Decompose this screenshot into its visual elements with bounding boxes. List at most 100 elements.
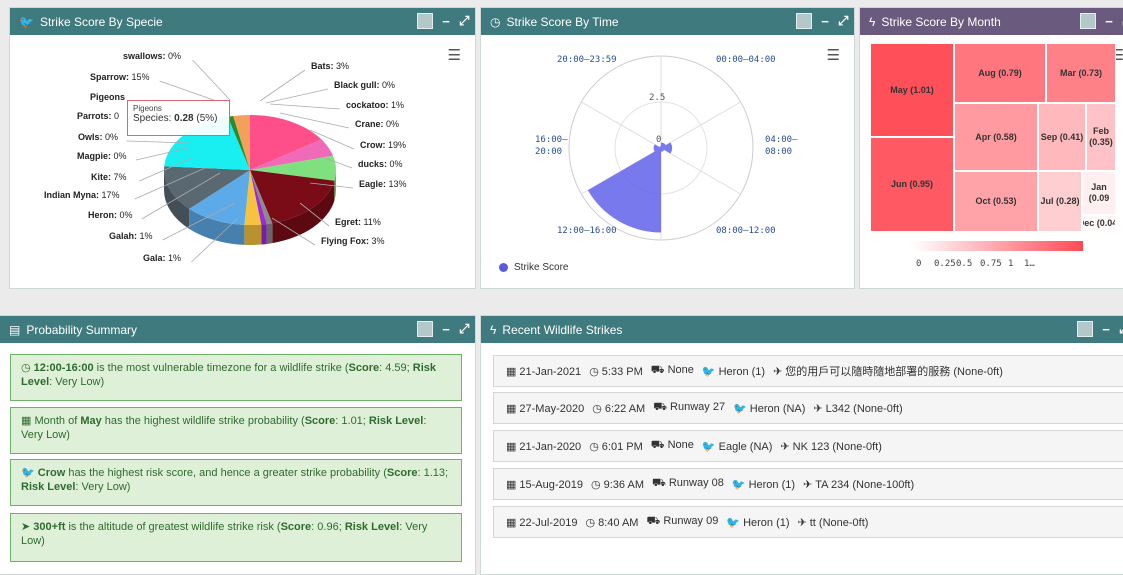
pie-label-name: swallows [123,51,163,61]
strike-row[interactable]: ▦ 21-Jan-2021 ◷ 5:33 PM ⛟ None 🐦 Heron (1) ✈ 您的用戶… [493,355,1123,387]
summary-alert: ➤ 300+ft is the altitude of greatest wil… [10,513,462,562]
color-axis-tick: 1… [1024,259,1035,269]
road-icon: ⛟ [650,364,665,376]
strike-row[interactable]: ▦ 22-Jul-2019 ◷ 8:40 AM ⛟ Runway 09 🐦 Heron (1)… [493,506,1123,538]
twitter-bird-icon: 🐦 [726,516,741,529]
time-panel: ◷ Strike Score By Time − ⤢ ☰ 20:00–23:59 0… [480,7,855,289]
color-toggle-button[interactable] [417,13,433,29]
pie-label: Crane: 0% [355,119,399,129]
specie-panel: 🐦 Strike Score By Specie − ⤢ ☰ swallows: 0… [9,7,476,289]
color-axis-tick: 0.5 [956,259,973,269]
color-toggle-button[interactable] [1077,321,1093,337]
panel-header: ◷ Strike Score By Time − ⤢ [481,8,854,35]
expand-icon[interactable]: ⤢ [459,321,469,337]
strike-runway: None [667,439,694,451]
paper-plane-icon: ➤ [21,521,34,533]
treemap-cell[interactable]: Feb (0.35) [1086,103,1116,171]
pie-label: Sparrow: 15% [90,72,150,82]
treemap-cell[interactable]: Jan (0.09 [1082,171,1116,215]
strike-date: 21-Jan-2021 [519,365,582,378]
minimize-icon[interactable]: − [1104,14,1114,29]
expand-icon[interactable]: ⤢ [1119,321,1123,337]
treemap-cell[interactable]: Dec (0.04) [1082,215,1116,232]
pie-label: Flying Fox: 3% [321,236,385,246]
twitter-bird-icon: 🐦 [19,14,34,29]
treemap-cell[interactable]: Sep (0.41) [1038,103,1086,171]
pie-label-name: Crow [360,140,383,150]
clock-icon: ◷ [21,362,34,374]
bolt-icon: ϟ [869,14,876,29]
pie-slice-side [261,223,267,245]
road-icon: ⛟ [651,477,666,489]
strike-species: Heron (NA) [749,402,806,415]
pie-label-name: Galah [109,231,135,241]
strike-row[interactable]: ▦ 21-Jan-2020 ◷ 6:01 PM ⛟ None 🐦 Eagle (NA) ✈ NK … [493,430,1123,462]
strike-species: Eagle (NA) [718,440,773,453]
color-toggle-button[interactable] [1080,13,1096,29]
twitter-bird-icon: 🐦 [731,478,746,491]
strike-time: 6:22 AM [604,402,646,415]
strike-flight-group: ✈ 您的用戶可以隨時隨地部署的服務 (None-0ft) [773,363,1003,379]
strike-row[interactable]: ▦ 15-Aug-2019 ◷ 9:36 AM ⛟ Runway 08 🐦 Heron (1)… [493,468,1123,500]
alert-prefix: Month of [34,415,81,427]
treemap-cell[interactable]: Jul (0.28) [1038,171,1082,232]
pie-label-value: 0% [105,132,119,142]
treemap-cell[interactable]: May (1.01) [870,43,954,137]
pie-label-name: Pigeons [90,92,126,102]
strike-flight-group: ✈ L342 (None-0ft) [813,402,902,415]
pie-label-name: Gala [143,253,163,263]
clock-icon: ◷ [589,365,599,378]
alert-score-value: : 1.01; [335,415,369,427]
treemap-cell[interactable]: Mar (0.73) [1046,43,1116,103]
pie-label-value: 0% [168,51,182,61]
tooltip-label: Species: [133,113,175,124]
color-toggle-button[interactable] [417,321,433,337]
pie-label: Indian Myna: 17% [44,190,120,200]
alert-score-key: Score [304,415,336,427]
axis-label-08-12: 08:00–12:00 [716,226,776,236]
panel-title: Strike Score By Month [881,14,1001,29]
axis-label-16-20: 16:00– 20:00 [535,135,568,157]
alert-highlight: May [80,415,102,427]
legend-item[interactable]: Strike Score [499,262,568,273]
alert-risk-key: Risk Level [368,415,424,427]
panel-title: Strike Score By Time [506,14,619,29]
pie-label-value: 0% [382,80,396,90]
alert-risk-key: Risk Level [21,481,76,493]
minimize-icon[interactable]: − [441,322,451,337]
treemap-cell[interactable]: Oct (0.53) [954,171,1038,232]
treemap-cell[interactable]: Apr (0.58) [954,103,1038,171]
treemap-cell[interactable]: Aug (0.79) [954,43,1046,103]
pie-label: Kite: 7% [91,172,127,182]
pie-label-value: 17% [101,190,120,200]
pie-chart [126,59,355,263]
expand-icon[interactable]: ⤢ [459,13,469,29]
strike-row[interactable]: ▦ 27-May-2020 ◷ 6:22 AM ⛟ Runway 27 🐦 Heron (NA… [493,392,1123,424]
strike-time-group: ◷ 6:01 PM [589,440,643,453]
road-icon: ⛟ [646,515,661,527]
strike-runway-group: ⛟ Runway 27 [653,401,725,415]
expand-icon[interactable]: ⤢ [838,13,848,29]
alert-score-key: Score [280,521,312,533]
polar-bar[interactable] [587,148,661,233]
minimize-icon[interactable]: − [1101,322,1111,337]
minimize-icon[interactable]: − [820,14,830,29]
pie-slice-side [266,223,273,244]
panel-header: ϟ Recent Wildlife Strikes −⤢ [481,316,1123,343]
strike-time: 8:40 AM [598,516,639,529]
pie-label-value: 15% [131,72,150,82]
strike-flight: TA 234 (None-100ft) [815,478,915,491]
color-toggle-button[interactable] [796,13,812,29]
clock-icon: ◷ [591,478,601,491]
strike-species-group: 🐦 Heron (1) [732,478,795,491]
strike-species-group: 🐦 Heron (1) [726,516,789,529]
minimize-icon[interactable]: − [441,14,451,29]
tooltip-percent: (5%) [196,113,218,124]
plane-icon: ✈ [803,478,813,491]
pie-label: swallows: 0% [123,51,181,61]
strike-flight: NK 123 (None-0ft) [792,440,882,453]
pie-label: Black gull: 0% [334,80,395,90]
treemap-cell[interactable]: Jun (0.95) [870,137,954,232]
color-axis [913,241,1083,251]
twitter-bird-icon: 🐦 [701,365,716,378]
